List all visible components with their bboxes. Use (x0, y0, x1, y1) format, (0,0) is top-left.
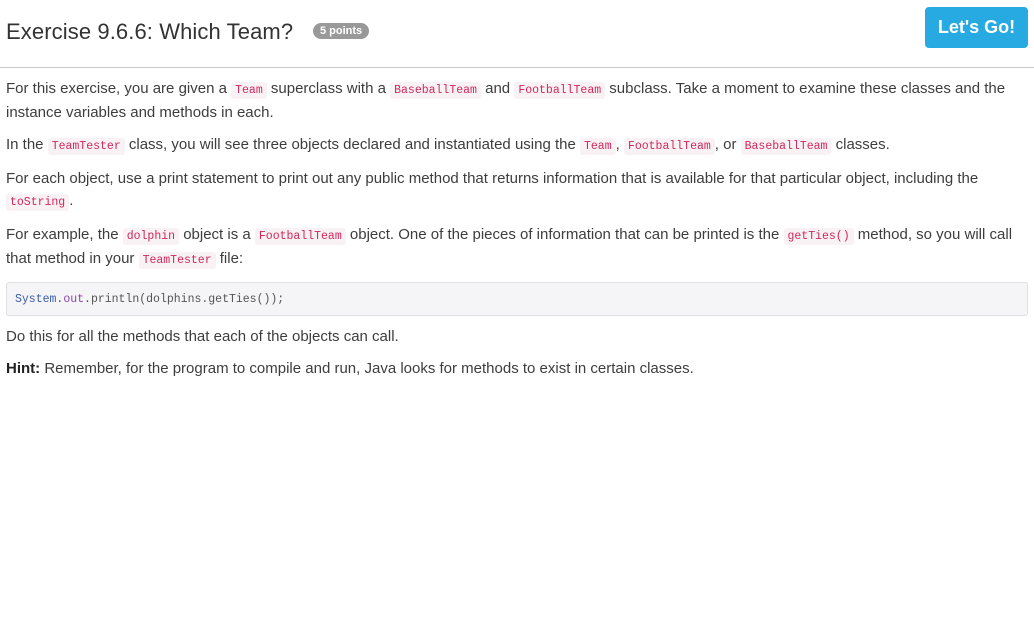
page-title: Exercise 9.6.6: Which Team? (6, 19, 294, 44)
inline-code: BaseballTeam (390, 82, 481, 99)
code-class-token: System (15, 293, 57, 306)
text: classes. (831, 136, 890, 153)
tester-paragraph: In the TeamTester class, you will see th… (6, 134, 1028, 158)
exercise-instructions: For this exercise, you are given a Team … (6, 78, 1028, 390)
text: class, you will see three objects declar… (124, 136, 580, 153)
example-paragraph: For example, the dolphin object is a Foo… (6, 224, 1028, 272)
lets-go-button[interactable]: Let's Go! (925, 7, 1028, 48)
text: For example, the (6, 226, 123, 243)
inline-code: dolphin (122, 228, 180, 245)
intro-paragraph: For this exercise, you are given a Team … (6, 78, 1028, 124)
text: In the (6, 136, 48, 153)
inline-code: FootballTeam (514, 82, 606, 99)
inline-code: getTies() (783, 228, 854, 245)
text: superclass with a (266, 80, 391, 97)
all-methods-paragraph: Do this for all the methods that each of… (6, 328, 399, 345)
code-call-token: .println(dolphins.getTies()); (84, 293, 285, 306)
hint-paragraph: Hint: Remember, for the program to compi… (6, 358, 1028, 380)
inline-code: TeamTester (47, 138, 125, 155)
inline-code: FootballTeam (623, 138, 715, 155)
inline-code: toString (6, 194, 70, 211)
text: object is a (179, 226, 255, 243)
points-badge: 5 points (313, 23, 370, 39)
text: For this exercise, you are given a (6, 80, 232, 97)
text: . (69, 192, 74, 209)
inline-code: BaseballTeam (740, 138, 832, 155)
text: For each object, use a print statement t… (6, 170, 979, 187)
print-paragraph: For each object, use a print statement t… (6, 168, 1028, 214)
hint-text: Remember, for the program to compile and… (40, 360, 694, 377)
text: file: (215, 250, 244, 267)
code-field-token: out (63, 293, 85, 306)
hint-label: Hint: (6, 360, 41, 377)
exercise-header: Exercise 9.6.6: Which Team? 5 points Let… (0, 0, 1034, 68)
code-example: System.out.println(dolphins.getTies()); (6, 282, 1028, 316)
inline-code: FootballTeam (254, 228, 346, 245)
inline-code: Team (231, 82, 267, 99)
inline-code: Team (580, 138, 616, 155)
text: , (615, 136, 624, 153)
text: , or (714, 136, 741, 153)
inline-code: TeamTester (138, 252, 216, 269)
text: and (480, 80, 515, 97)
text: object. One of the pieces of information… (345, 226, 784, 243)
